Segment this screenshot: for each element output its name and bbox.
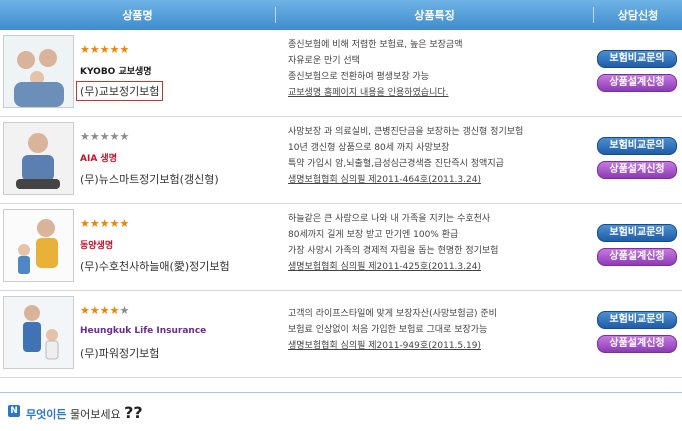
ask-anything-title: 무엇이든 물어보세요 ?? (26, 403, 143, 422)
source-note-link[interactable]: 교보생명 홈페이지 내용을 인용하였습니다. (288, 85, 463, 101)
n-icon: N (8, 405, 20, 417)
header-consult: 상담신청 (617, 9, 659, 22)
design-request-button[interactable]: 상품설계신청 (597, 161, 677, 179)
product-row: ★★★★★ KYOBO 교보생명 (무)교보정기보험 종신보험에 비해 저렴한 … (0, 30, 682, 117)
product-features: 종신보험에 비해 저렴한 보험료, 높은 보장금액 자유로운 만기 선택 종신보… (288, 37, 463, 101)
product-name-link[interactable]: (무)교보정기보험 (76, 81, 164, 101)
product-name-link[interactable]: (무)뉴스마트정기보험(갱신형) (80, 171, 219, 187)
product-row: ★★★★★ 동양생명 (무)수호천사하늘애(愛)정기보험 하늘같은 큰 사랑으로… (0, 204, 682, 291)
feature-line: 고객의 라이프스타일에 맞게 보장자산(사망보험금) 준비 (288, 309, 497, 319)
review-number-link[interactable]: 생명보험협회 심의필 제2011-464호(2011.3.24) (288, 172, 523, 188)
feature-line: 특약 가입시 암,뇌출혈,급성심근경색증 진단즉시 정액지급 (288, 159, 504, 169)
company-logo: Heungkuk Life Insurance (80, 326, 207, 336)
compare-inquiry-button[interactable]: 보험비교문의 (597, 224, 677, 242)
review-number-link[interactable]: 생명보험협회 심의필 제2011-425호(2011.3.24) (288, 259, 498, 275)
rating-stars: ★★★★★ (80, 217, 129, 230)
feature-line: 종신보험에 비해 저렴한 보험료, 높은 보장금액 (288, 40, 463, 50)
review-number-link[interactable]: 생명보험협회 심의필 제2011-949호(2011.5.19) (288, 338, 497, 354)
feature-line: 하늘같은 큰 사랑으로 나와 내 가족을 지키는 수호천사 (288, 214, 491, 224)
design-request-button[interactable]: 상품설계신청 (597, 74, 677, 92)
product-photo (3, 209, 74, 282)
feature-line: 가장 사망시 가족의 경제적 자립을 돕는 현명한 정기보험 (288, 246, 499, 256)
product-photo (3, 122, 74, 195)
product-name-link[interactable]: (무)수호천사하늘애(愛)정기보험 (80, 258, 230, 274)
rating-stars: ★★★★★ (80, 130, 129, 143)
design-request-button[interactable]: 상품설계신청 (597, 335, 677, 353)
product-photo (3, 35, 74, 108)
star-icon: ★★★★★ (80, 43, 130, 56)
star-icon: ★ (119, 304, 130, 317)
feature-line: 자유로운 만기 선택 (288, 56, 360, 66)
company-logo: AIA 생명 (80, 153, 117, 164)
rating-stars: ★★★★★ (80, 304, 129, 317)
table-header: 상품명 상품특징 상담신청 (0, 0, 682, 30)
feature-line: 10년 갱신형 상품으로 80세 까지 사망보장 (288, 143, 450, 153)
feature-line: 종신보험으로 전환하여 평생보장 가능 (288, 72, 430, 82)
product-photo (3, 296, 74, 369)
product-name-link[interactable]: (무)파워정기보험 (80, 345, 159, 361)
design-request-button[interactable]: 상품설계신청 (597, 248, 677, 266)
feature-line: 보험료 인상없이 처음 가입한 보험료 그대로 보장가능 (288, 325, 488, 335)
ask-anything-section: N 무엇이든 물어보세요 ?? (0, 392, 682, 431)
compare-inquiry-button[interactable]: 보험비교문의 (597, 137, 677, 155)
rating-stars: ★★★★★ (80, 43, 129, 56)
product-row: ★★★★★ Heungkuk Life Insurance (무)파워정기보험 … (0, 291, 682, 378)
header-product: 상품명 (122, 9, 153, 22)
feature-line: 80세까지 길게 보장 받고 만기엔 100% 환급 (288, 230, 459, 240)
product-row: ★★★★★ AIA 생명 (무)뉴스마트정기보험(갱신형) 사망보장 과 의료실… (0, 117, 682, 204)
company-logo: 동양생명 (80, 240, 114, 251)
star-icon: ★★★★ (80, 304, 120, 317)
company-logo: KYOBO 교보생명 (80, 66, 152, 77)
feature-line: 사망보장 과 의료실비, 큰병진단금을 보장하는 갱신형 정기보험 (288, 127, 524, 137)
product-features: 하늘같은 큰 사랑으로 나와 내 가족을 지키는 수호천사 80세까지 길게 보… (288, 211, 498, 275)
header-features: 상품특징 (414, 9, 455, 22)
compare-inquiry-button[interactable]: 보험비교문의 (597, 50, 677, 68)
star-icon: ★★★★★ (80, 130, 130, 143)
star-icon: ★★★★★ (80, 217, 130, 230)
product-features: 고객의 라이프스타일에 맞게 보장자산(사망보험금) 준비 보험료 인상없이 처… (288, 306, 497, 354)
compare-inquiry-button[interactable]: 보험비교문의 (597, 311, 677, 329)
product-features: 사망보장 과 의료실비, 큰병진단금을 보장하는 갱신형 정기보험 10년 갱신… (288, 124, 523, 188)
